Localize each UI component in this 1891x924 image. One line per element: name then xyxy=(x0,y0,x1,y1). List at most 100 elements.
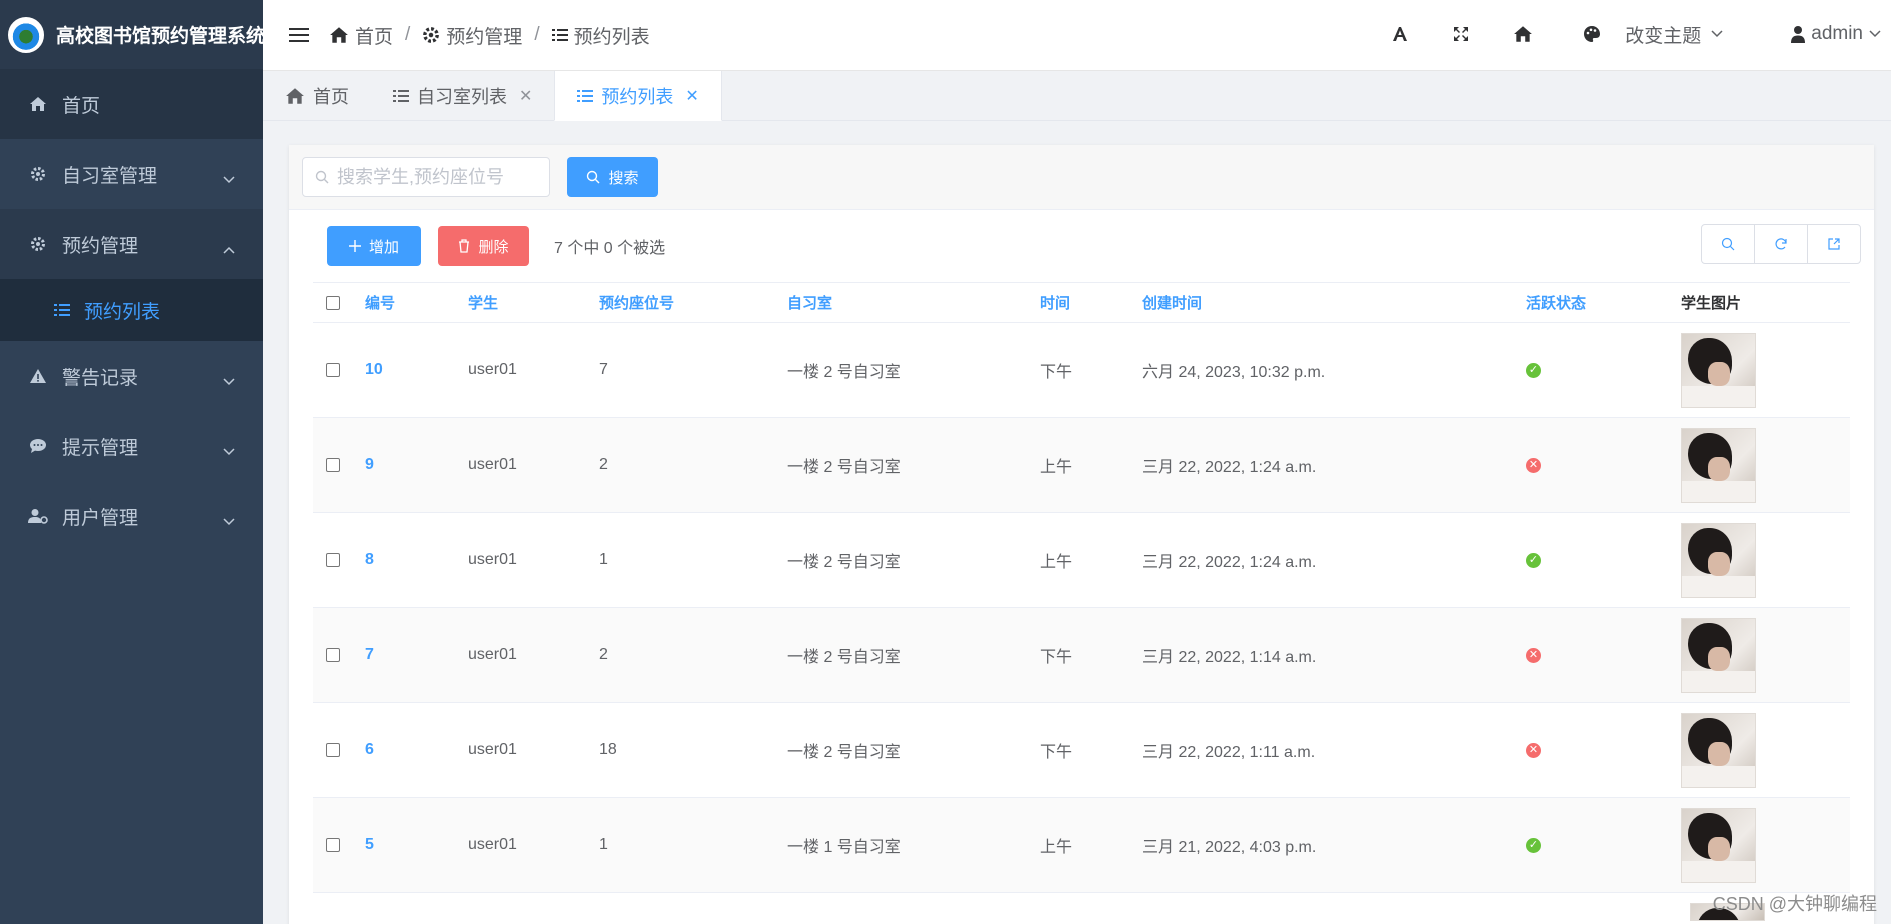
column-header[interactable]: 自习室 xyxy=(787,292,1040,313)
gear-icon xyxy=(28,234,48,254)
row-checkbox[interactable] xyxy=(326,838,340,852)
student-photo[interactable] xyxy=(1681,427,1756,503)
student-cell: user01 xyxy=(468,741,517,758)
inactive-x-icon: ✕ xyxy=(1526,457,1541,473)
student-photo[interactable] xyxy=(1681,712,1756,788)
reservation-id-link[interactable]: 9 xyxy=(365,456,468,474)
refresh-button[interactable] xyxy=(1754,224,1808,264)
search-icon xyxy=(1721,237,1735,251)
tab-label: 预约列表 xyxy=(601,86,674,107)
room-cell: 一楼 1 号自习室 xyxy=(787,839,901,856)
select-all-checkbox[interactable] xyxy=(326,295,340,310)
row-checkbox[interactable] xyxy=(326,648,340,662)
chevron-down-icon xyxy=(1711,30,1723,38)
main-card: 搜索 增加 删除 7 个中 0 个被选 编号 学生 xyxy=(289,145,1874,924)
table-row xyxy=(313,893,1850,923)
student-photo[interactable] xyxy=(1681,807,1756,883)
search-field[interactable] xyxy=(302,157,550,197)
breadcrumb-home[interactable]: 首页 xyxy=(329,22,393,49)
column-header[interactable]: 时间 xyxy=(1040,292,1142,313)
column-header[interactable]: 创建时间 xyxy=(1142,292,1522,313)
home-icon xyxy=(330,27,348,43)
chevron-down-icon xyxy=(1869,30,1881,38)
close-icon[interactable]: ✕ xyxy=(685,86,698,106)
column-header[interactable]: 预约座位号 xyxy=(599,292,787,313)
time-cell: 下午 xyxy=(1040,744,1073,761)
student-photo[interactable] xyxy=(1681,332,1756,408)
sidebar-subitem-reservation-list[interactable]: 预约列表 xyxy=(0,279,263,341)
delete-button[interactable]: 删除 xyxy=(438,226,529,266)
reservation-id-link[interactable]: 10 xyxy=(365,361,468,379)
sidebar-item-warning-records[interactable]: 警告记录 xyxy=(0,341,263,411)
sidebar-item-notice-management[interactable]: 提示管理 xyxy=(0,411,263,481)
home-button[interactable] xyxy=(1513,25,1533,43)
table-row: 9 user01 2 一楼 2 号自习室 上午 三月 22, 2022, 1:24 a.m… xyxy=(313,418,1850,513)
reservation-id-link[interactable]: 8 xyxy=(365,551,468,569)
list-icon xyxy=(54,303,70,317)
tab-home[interactable]: 首页 xyxy=(263,71,371,121)
sidebar-item-label: 自习室管理 xyxy=(62,165,158,187)
column-header[interactable]: 编号 xyxy=(365,292,468,313)
add-button[interactable]: 增加 xyxy=(327,226,421,266)
table-search-button[interactable] xyxy=(1701,224,1755,264)
sidebar: 高校图书馆预约管理系统 首页 自习室管理 预约管理 预约列表 警告记录 提示管理… xyxy=(0,0,265,924)
export-button[interactable] xyxy=(1807,224,1861,264)
sidebar-item-home[interactable]: 首页 xyxy=(0,69,263,139)
chevron-up-icon xyxy=(223,238,235,260)
sidebar-item-reservation-management[interactable]: 预约管理 xyxy=(0,209,263,279)
tab-study-room-list[interactable]: 自习室列表 ✕ xyxy=(371,71,554,121)
reservation-id-link[interactable]: 6 xyxy=(365,741,468,759)
table-row: 6 user01 18 一楼 2 号自习室 下午 三月 22, 2022, 1:11 a.… xyxy=(313,703,1850,798)
sidebar-item-study-room-management[interactable]: 自习室管理 xyxy=(0,139,263,209)
delete-button-label: 删除 xyxy=(478,238,509,256)
table-row: 8 user01 1 一楼 2 号自习室 上午 三月 22, 2022, 1:24 a.m… xyxy=(313,513,1850,608)
warning-icon xyxy=(28,366,48,386)
top-navbar: 首页 / 预约管理 / 预约列表 改变主题 admin xyxy=(263,0,1891,71)
inactive-x-icon: ✕ xyxy=(1526,647,1541,663)
palette-icon xyxy=(1584,26,1601,42)
created-time-cell: 三月 22, 2022, 1:24 a.m. xyxy=(1142,554,1317,571)
search-button[interactable]: 搜索 xyxy=(567,157,658,197)
theme-label: 改变主题 xyxy=(1625,25,1702,47)
student-photo[interactable] xyxy=(1681,522,1756,598)
search-input[interactable] xyxy=(337,166,537,188)
brand: 高校图书馆预约管理系统 xyxy=(0,0,265,69)
seat-cell: 1 xyxy=(599,836,608,853)
seat-cell: 2 xyxy=(599,456,608,473)
add-button-label: 增加 xyxy=(368,238,399,256)
table-tools xyxy=(1701,224,1861,264)
row-checkbox[interactable] xyxy=(326,363,340,377)
school-logo-icon xyxy=(8,16,44,53)
font-size-button[interactable] xyxy=(1391,25,1409,43)
change-theme-dropdown[interactable]: 改变主题 xyxy=(1583,21,1723,48)
student-photo[interactable] xyxy=(1681,617,1756,693)
column-header[interactable]: 活跃状态 xyxy=(1522,292,1681,313)
row-checkbox[interactable] xyxy=(326,743,340,757)
chevron-down-icon xyxy=(223,168,235,190)
seat-cell: 2 xyxy=(599,646,608,663)
sidebar-item-user-management[interactable]: 用户管理 xyxy=(0,481,263,551)
reservation-id-link[interactable]: 7 xyxy=(365,646,468,664)
list-icon xyxy=(393,90,409,102)
row-checkbox[interactable] xyxy=(326,458,340,472)
reservation-id-link[interactable]: 5 xyxy=(365,836,468,854)
fullscreen-icon xyxy=(1454,27,1469,41)
room-cell: 一楼 2 号自习室 xyxy=(787,554,901,571)
time-cell: 上午 xyxy=(1040,839,1073,856)
sidebar-item-label: 首页 xyxy=(62,95,101,117)
search-icon xyxy=(587,170,600,184)
user-gear-icon xyxy=(28,506,48,526)
row-checkbox[interactable] xyxy=(326,553,340,567)
home-icon xyxy=(28,94,48,114)
breadcrumb-separator: / xyxy=(405,24,411,45)
search-row: 搜索 xyxy=(289,145,1874,210)
hamburger-menu-icon[interactable] xyxy=(289,28,309,42)
user-dropdown[interactable]: admin xyxy=(1791,23,1881,45)
breadcrumb-reservation-management[interactable]: 预约管理 xyxy=(422,22,522,49)
breadcrumb: 首页 / 预约管理 / 预约列表 xyxy=(329,22,650,49)
column-header[interactable]: 学生 xyxy=(468,292,599,313)
close-icon[interactable]: ✕ xyxy=(519,86,532,106)
fullscreen-button[interactable] xyxy=(1453,26,1469,42)
tab-reservation-list[interactable]: 预约列表 ✕ xyxy=(554,71,722,121)
search-icon xyxy=(315,170,329,184)
